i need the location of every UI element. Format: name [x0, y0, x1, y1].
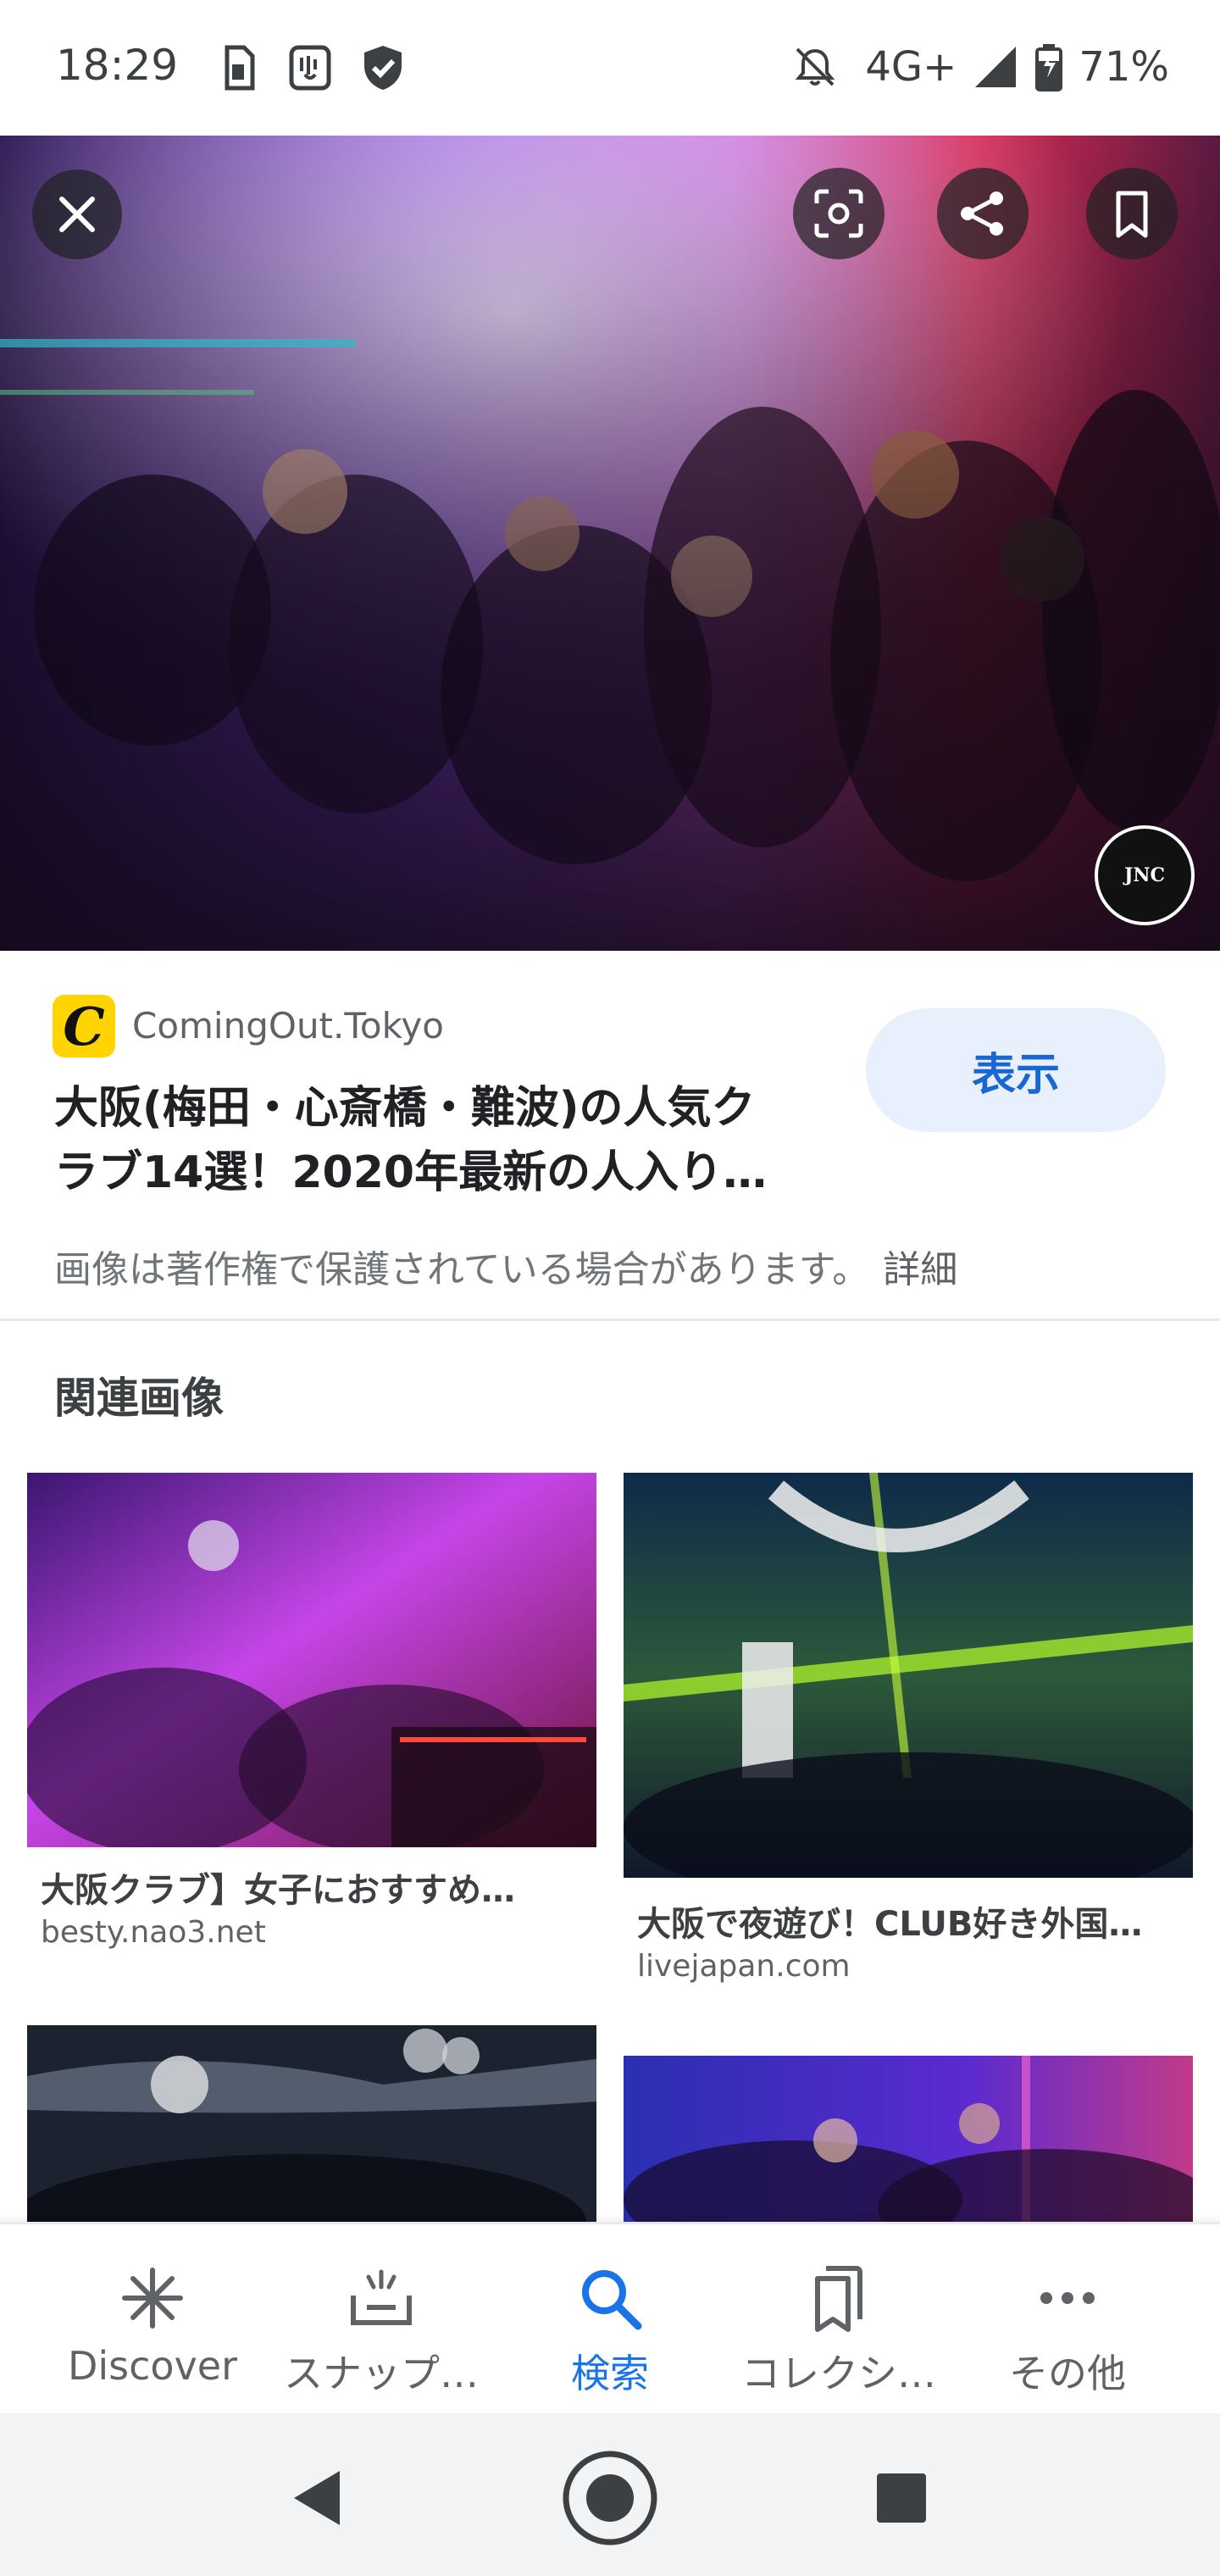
- nav-search[interactable]: 検索: [488, 2224, 732, 2416]
- more-horiz-icon: [1040, 2292, 1095, 2304]
- shield-check-icon: [364, 46, 402, 90]
- notifications-off-icon: [796, 47, 835, 86]
- related-image-card[interactable]: 大阪で夜遊び！CLUB好き外国… livejapan.com: [624, 1473, 1193, 1998]
- asterisk-icon: [122, 2268, 183, 2329]
- related-image-card[interactable]: [624, 2056, 1193, 2222]
- related-image-title: 大阪クラブ】女子におすすめ…: [41, 1871, 515, 1910]
- snapshot-icon: [351, 2269, 412, 2325]
- detail-link[interactable]: 詳細: [883, 1248, 957, 1291]
- related-image-thumbnail: [624, 1473, 1193, 1878]
- nav-label: コレクシ…: [741, 2351, 936, 2396]
- nav-label: スナップ…: [284, 2351, 479, 2396]
- related-image-thumbnail: [27, 1473, 596, 1847]
- hero-image[interactable]: JNC: [0, 136, 1220, 951]
- system-recents-button[interactable]: [851, 2447, 952, 2549]
- system-back-button[interactable]: [266, 2447, 368, 2549]
- share-button[interactable]: [937, 168, 1029, 259]
- status-bar: 18:29 4G+ 71%: [0, 0, 1220, 136]
- related-image-thumbnail: [624, 2056, 1193, 2222]
- related-image-card[interactable]: [27, 2025, 596, 2222]
- watermark-logo: JNC: [1095, 825, 1195, 925]
- bookmark-icon: [1116, 191, 1148, 238]
- section-divider: [0, 1319, 1220, 1321]
- source-logo: C: [53, 995, 115, 1058]
- related-image-domain: livejapan.com: [637, 1949, 851, 1984]
- view-button[interactable]: 表示: [866, 1008, 1166, 1132]
- nav-collections[interactable]: コレクシ…: [717, 2224, 961, 2416]
- status-indicators: 4G+ 71%: [792, 37, 1169, 97]
- lens-icon: [814, 189, 863, 238]
- battery-charging-icon: [1035, 44, 1063, 92]
- related-images-heading: 関連画像: [54, 1374, 224, 1423]
- nav-snapshot[interactable]: スナップ…: [259, 2224, 503, 2416]
- bottom-navigation: Discover スナップ… 検索 コレクシ… その他: [0, 2222, 1220, 2413]
- source-site-name[interactable]: ComingOut.Tokyo: [132, 1005, 444, 1046]
- status-time: 18:29: [56, 41, 179, 90]
- collections-icon: [815, 2266, 862, 2332]
- nav-discover[interactable]: Discover: [30, 2224, 274, 2416]
- related-image-thumbnail: [27, 2025, 596, 2222]
- nav-label: 検索: [571, 2351, 649, 2396]
- copyright-notice: 画像は著作権で保護されている場合があります。 詳細: [54, 1239, 957, 1293]
- nav-label: その他: [1009, 2351, 1126, 2396]
- related-image-card[interactable]: 大阪クラブ】女子におすすめ… besty.nao3.net: [27, 1473, 596, 1964]
- source-title-line1: 大阪(梅田・心斎橋・難波)の人気ク: [54, 1083, 756, 1134]
- signal-icon: [975, 47, 1017, 87]
- related-image-domain: besty.nao3.net: [41, 1915, 266, 1950]
- close-icon: [59, 197, 95, 232]
- lens-button[interactable]: [793, 168, 884, 259]
- copyright-text: 画像は著作権で保護されている場合があります。: [54, 1248, 870, 1291]
- search-icon: [582, 2270, 642, 2330]
- close-button[interactable]: [32, 169, 122, 259]
- nav-label: Discover: [67, 2343, 238, 2389]
- back-triangle-icon: [294, 2471, 340, 2525]
- battery-percentage: 71%: [1079, 43, 1169, 91]
- system-navigation-bar: [0, 2413, 1220, 2576]
- home-circle-icon: [563, 2451, 657, 2545]
- share-icon: [961, 192, 1003, 236]
- source-logo-letter: C: [63, 995, 105, 1058]
- sim-card-icon: [225, 45, 255, 91]
- watermark-text: JNC: [1123, 864, 1166, 886]
- vibrate-app-icon: [289, 45, 331, 91]
- related-image-title: 大阪で夜遊び！CLUB好き外国…: [637, 1905, 1143, 1944]
- source-info: C ComingOut.Tokyo 大阪(梅田・心斎橋・難波)の人気ク ラブ14…: [0, 951, 1220, 1322]
- nav-more[interactable]: その他: [946, 2224, 1190, 2416]
- bookmark-button[interactable]: [1086, 168, 1178, 259]
- network-type: 4G+: [865, 43, 957, 91]
- source-title-line2: ラブ14選！2020年最新の人入り…: [54, 1147, 768, 1198]
- recents-square-icon: [877, 2473, 926, 2523]
- club-crowd-photo: [0, 136, 1220, 951]
- source-title[interactable]: 大阪(梅田・心斎橋・難波)の人気ク ラブ14選！2020年最新の人入り…: [54, 1076, 834, 1205]
- system-home-button[interactable]: [559, 2447, 661, 2549]
